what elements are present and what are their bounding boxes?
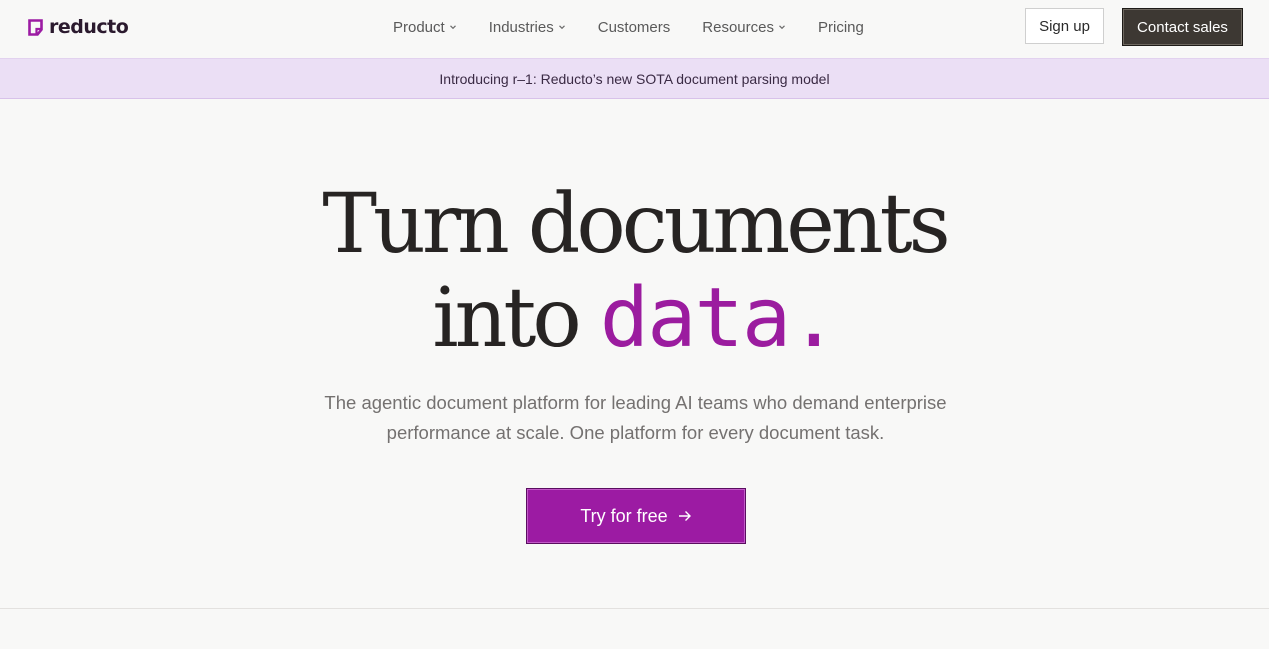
chevron-down-icon [779, 25, 785, 30]
try-for-free-button[interactable]: Try for free [526, 488, 746, 544]
reducto-logo[interactable]: reducto [28, 14, 129, 40]
section-divider [0, 608, 1269, 609]
chevron-down-icon [449, 25, 456, 30]
announcement-text: Introducing r–1: Reducto’s new SOTA docu… [439, 70, 830, 87]
hero-title: Turn documents into data. [0, 178, 1269, 366]
reducto-logo-icon [28, 18, 43, 36]
sign-up-button[interactable]: Sign up [1025, 8, 1104, 44]
arrow-right-icon [678, 511, 691, 521]
try-for-free-label: Try for free [580, 505, 668, 526]
nav-item-label: Pricing [817, 18, 864, 36]
nav-item-label: Product [393, 18, 445, 36]
nav-item-customers[interactable]: Customers [582, 19, 687, 36]
nav-item-label: Industries [488, 18, 554, 36]
main-nav: Product Industries Customers Resources P… [377, 0, 880, 54]
announcement-banner[interactable]: Introducing r–1: Reducto’s new SOTA docu… [0, 58, 1269, 99]
nav-item-pricing[interactable]: Pricing [802, 19, 880, 36]
nav-item-label: Resources [702, 18, 774, 36]
hero-subtitle: The agentic document platform for leadin… [324, 392, 947, 443]
hero-title-accent: data. [599, 271, 839, 366]
nav-item-label: Customers [597, 18, 671, 36]
logo-text: reducto [49, 15, 129, 38]
hero-title-line1: Turn documents [322, 177, 950, 272]
nav-item-product[interactable]: Product [377, 19, 473, 36]
hero-title-line2-prefix: into [432, 271, 581, 366]
nav-item-resources[interactable]: Resources [686, 19, 802, 36]
nav-item-industries[interactable]: Industries [473, 19, 582, 36]
contact-sales-button[interactable]: Contact sales [1122, 8, 1243, 46]
chevron-down-icon [558, 25, 565, 30]
site-header: reducto Product Industries Customers Res… [0, 0, 1269, 58]
